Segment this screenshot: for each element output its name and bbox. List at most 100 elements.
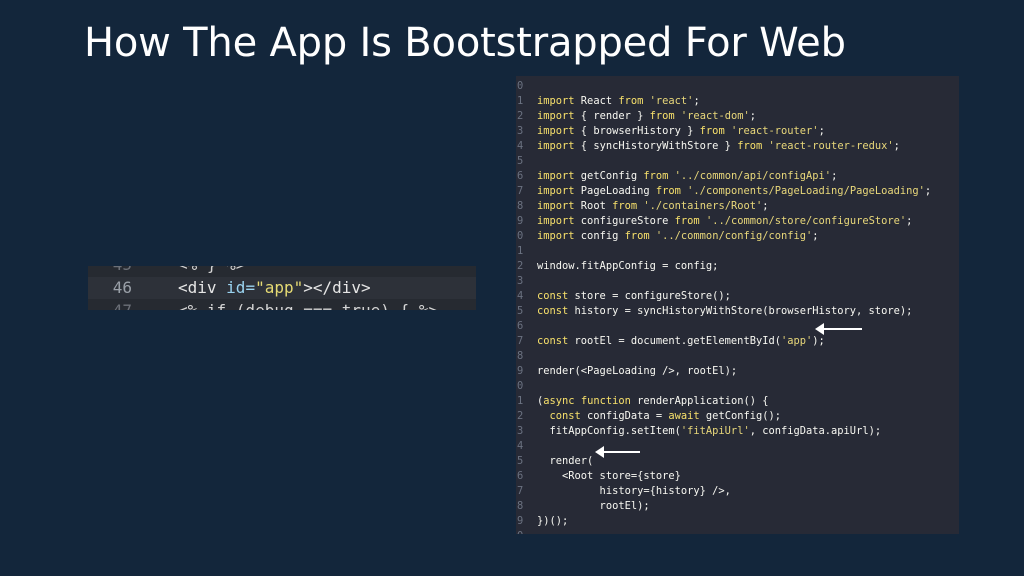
- line-number: 0: [517, 380, 524, 392]
- line-number: 6: [517, 170, 524, 182]
- code-line: 8: [516, 349, 959, 364]
- code-line: 3 fitAppConfig.setItem('fitApiUrl', conf…: [516, 424, 959, 439]
- code-text: import { render } from 'react-dom';: [537, 110, 757, 122]
- code-line: 0 import config from '../common/config/co…: [516, 229, 959, 244]
- arrow-left-icon: [595, 446, 640, 458]
- code-line: 2 const configData = await getConfig();: [516, 409, 959, 424]
- line-number: 1: [517, 395, 524, 407]
- code-line: 7 import PageLoading from './components/P…: [516, 184, 959, 199]
- attr-name: id=: [226, 278, 256, 297]
- line-number: 7: [517, 485, 524, 497]
- code-text: const configData = await getConfig();: [549, 410, 781, 422]
- code-line: 0: [516, 79, 959, 94]
- line-number: 8: [517, 500, 524, 512]
- code-line: 4 const store = configureStore();: [516, 289, 959, 304]
- code-text: const store = configureStore();: [537, 290, 731, 302]
- code-line: 4 import { syncHistoryWithStore } from 'r…: [516, 139, 959, 154]
- line-number: 1: [517, 245, 524, 257]
- code-text: fitAppConfig.setItem('fitApiUrl', config…: [537, 425, 882, 437]
- line-number: 5: [517, 455, 524, 467]
- code-line: 1 import React from 'react';: [516, 94, 959, 109]
- code-text: import PageLoading from './components/Pa…: [537, 185, 932, 197]
- code-text: window.fitAppConfig = config;: [537, 260, 719, 272]
- code-text: <% } %>: [178, 266, 245, 276]
- code-line: 9 import configureStore from '../common/s…: [516, 214, 959, 229]
- code-line: 8 import Root from './containers/Root';: [516, 199, 959, 214]
- tag-close: ></div>: [303, 278, 371, 297]
- line-number: 2: [517, 110, 524, 122]
- attr-value: "app": [255, 278, 304, 297]
- code-text: const rootEl = document.getElementById('…: [537, 335, 825, 347]
- code-text: })();: [537, 515, 569, 527]
- tag-open: <div: [178, 278, 227, 297]
- line-number: 8: [517, 350, 524, 362]
- code-text: import config from '../common/config/con…: [537, 230, 819, 242]
- line-number: 2: [517, 260, 524, 272]
- code-line: 0: [516, 379, 959, 394]
- line-number: 0: [517, 80, 524, 92]
- line-number: 7: [517, 185, 524, 197]
- line-number: 4: [517, 440, 524, 452]
- code-text: import getConfig from '../common/api/con…: [537, 170, 838, 182]
- code-text: import React from 'react';: [537, 95, 700, 107]
- code-line: 9 })();: [516, 514, 959, 529]
- code-line: 4: [516, 439, 959, 454]
- line-number: 3: [517, 425, 524, 437]
- code-text: render(: [537, 455, 594, 467]
- code-line: 0: [516, 529, 959, 534]
- line-number: 5: [517, 305, 524, 317]
- snippet-line-highlighted: 46 <div id="app"></div>: [88, 277, 476, 299]
- code-text: render(<PageLoading />, rootEl);: [537, 365, 738, 377]
- line-number: 7: [517, 335, 524, 347]
- code-line: 3 import { browserHistory } from 'react-r…: [516, 124, 959, 139]
- code-text: import { syncHistoryWithStore } from 're…: [537, 140, 900, 152]
- line-number: 45: [88, 266, 132, 276]
- code-line: 5 render(: [516, 454, 959, 469]
- code-line: 6: [516, 319, 959, 334]
- line-number: 5: [517, 155, 524, 167]
- code-editor: 0 1 import React from 'react'; 2 import { re…: [516, 76, 959, 534]
- code-line: 9 render(<PageLoading />, rootEl);: [516, 364, 959, 379]
- code-line: 1 (async function renderApplication() {: [516, 394, 959, 409]
- code-text: import Root from './containers/Root';: [537, 200, 769, 212]
- line-number: 6: [517, 470, 524, 482]
- code-line: 5 const history = syncHistoryWithStore(br…: [516, 304, 959, 319]
- snippet-line: 47 <% if (debug === true) { %>: [88, 300, 476, 310]
- code-text: <% if (debug === true) { %>: [178, 300, 438, 310]
- slide-title: How The App Is Bootstrapped For Web: [84, 20, 846, 66]
- code-line: 6 import getConfig from '../common/api/co…: [516, 169, 959, 184]
- code-line: 5: [516, 154, 959, 169]
- line-number: 46: [112, 278, 132, 297]
- code-line: 2 import { render } from 'react-dom';: [516, 109, 959, 124]
- code-text: <div id="app"></div>: [178, 277, 371, 299]
- code-text: import configureStore from '../common/st…: [537, 215, 913, 227]
- code-line: 1: [516, 244, 959, 259]
- line-number: 4: [517, 290, 524, 302]
- code-line: 7 const rootEl = document.getElementById(…: [516, 334, 959, 349]
- line-number: 9: [517, 365, 524, 377]
- code-text: <Root store={store}: [537, 470, 681, 482]
- line-number: 1: [517, 95, 524, 107]
- line-number: 0: [516, 529, 527, 534]
- code-line: 7 history={history} />,: [516, 484, 959, 499]
- line-number: 47: [88, 300, 132, 310]
- line-number: 8: [517, 200, 524, 212]
- arrow-left-icon: [815, 323, 862, 335]
- line-number: 6: [517, 320, 524, 332]
- line-number: 9: [517, 515, 524, 527]
- line-number: 9: [517, 215, 524, 227]
- code-line: 6 <Root store={store}: [516, 469, 959, 484]
- line-number: 0: [517, 230, 524, 242]
- code-line: 2 window.fitAppConfig = config;: [516, 259, 959, 274]
- code-line: 3: [516, 274, 959, 289]
- html-snippet: 45 <% } %> 46 <div id="app"></div> 47 <%…: [88, 266, 476, 310]
- line-number: 3: [517, 125, 524, 137]
- line-number: 3: [517, 275, 524, 287]
- code-line: 8 rootEl);: [516, 499, 959, 514]
- line-number: 4: [517, 140, 524, 152]
- code-text: history={history} />,: [537, 485, 731, 497]
- line-number: 2: [517, 410, 524, 422]
- snippet-line: 45 <% } %>: [88, 266, 476, 276]
- code-text: (async function renderApplication() {: [537, 395, 769, 407]
- code-text: rootEl);: [537, 500, 650, 512]
